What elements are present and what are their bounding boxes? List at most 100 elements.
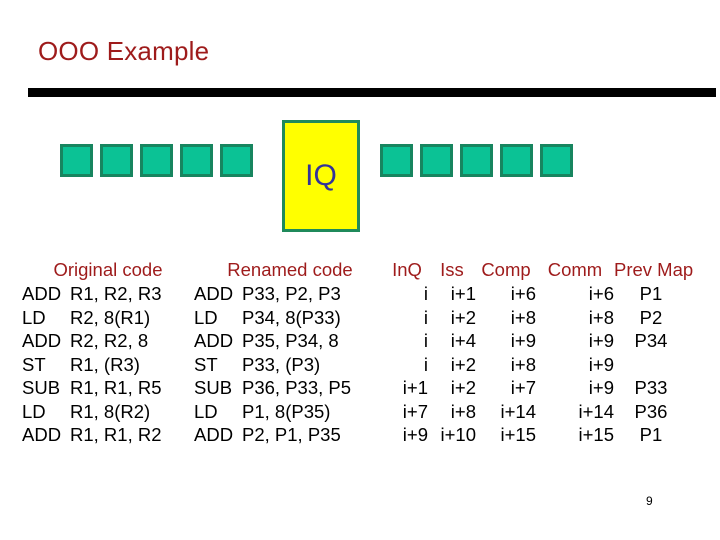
comp-cell: i+8 bbox=[510, 306, 536, 328]
page-number: 9 bbox=[646, 494, 653, 508]
pipeline-stages-right bbox=[380, 144, 573, 177]
pipeline-stage-box bbox=[220, 144, 253, 177]
inq-cell: i+1 bbox=[402, 377, 428, 398]
instruction-queue-label: IQ bbox=[305, 159, 337, 192]
pipeline-stage-box bbox=[180, 144, 213, 177]
renamed-code-row: ADD P2, P1, P35 bbox=[194, 423, 386, 447]
operands: R1, R1, R5 bbox=[70, 377, 162, 398]
pipeline-stage-box bbox=[460, 144, 493, 177]
pipeline-stage-box bbox=[500, 144, 533, 177]
iss-header: Iss bbox=[440, 259, 464, 280]
opcode: ADD bbox=[194, 283, 234, 304]
comp-cell: i+14 bbox=[500, 400, 537, 422]
timing-row: i i+4 i+9 i+9 P34 bbox=[386, 329, 720, 353]
original-code-header: Original code bbox=[53, 259, 163, 280]
comp-cell: i+8 bbox=[510, 353, 536, 375]
renamed-code-row: LD P34, 8(P33) bbox=[194, 306, 386, 330]
inq-cell: i bbox=[423, 283, 428, 304]
operands: P36, P33, P5 bbox=[242, 377, 352, 398]
opcode: SUB bbox=[194, 377, 233, 398]
operands: R1, R1, R2 bbox=[70, 424, 162, 445]
renamed-code-row: SUB P36, P33, P5 bbox=[194, 376, 386, 400]
original-code-row: LD R1, 8(R2) bbox=[22, 400, 194, 424]
opcode: SUB bbox=[22, 377, 61, 398]
comm-cell: i+9 bbox=[588, 353, 614, 375]
pipeline-stage-box bbox=[380, 144, 413, 177]
prev-map-cell: P2 bbox=[639, 306, 663, 328]
prev-map-cell: P36 bbox=[634, 400, 668, 422]
pipeline-diagram: IQ bbox=[0, 118, 720, 238]
renamed-code-row: ADD P35, P34, 8 bbox=[194, 329, 386, 353]
iss-cell: i+1 bbox=[450, 283, 476, 304]
operands: P33, (P3) bbox=[242, 353, 321, 375]
comm-cell: i+14 bbox=[578, 400, 615, 422]
operands: P2, P1, P35 bbox=[242, 424, 341, 445]
original-code-column: Original code ADD R1, R2, R3 LD R2, 8(R1) AD… bbox=[22, 258, 194, 447]
operands: R2, R2, 8 bbox=[70, 330, 149, 351]
iss-cell: i+10 bbox=[440, 424, 477, 445]
pipeline-stage-box bbox=[60, 144, 93, 177]
inq-cell: i bbox=[423, 353, 428, 375]
comp-header: Comp bbox=[481, 259, 531, 280]
timing-column: InQ Iss Comp Comm Prev Map i i+1 i+6 i+6 P1 i… bbox=[386, 258, 720, 447]
operands: R2, 8(R1) bbox=[70, 306, 151, 328]
renamed-code-rows: ADD P33, P2, P3 LD P34, 8(P33) ADD P35, P34, … bbox=[194, 282, 386, 447]
timing-row: i i+2 i+8 i+8 P2 bbox=[386, 306, 720, 330]
opcode: ST bbox=[22, 353, 46, 375]
instruction-queue-box: IQ bbox=[282, 120, 360, 232]
opcode: ST bbox=[194, 353, 218, 375]
prev-map-cell bbox=[614, 353, 688, 377]
comm-cell: i+9 bbox=[588, 330, 614, 351]
renamed-code-row: LD P1, 8(P35) bbox=[194, 400, 386, 424]
pipeline-stage-box bbox=[540, 144, 573, 177]
iss-cell: i+2 bbox=[450, 353, 476, 375]
comm-cell: i+6 bbox=[588, 283, 614, 304]
comm-header: Comm bbox=[547, 259, 603, 280]
timing-row: i+9 i+10 i+15 i+15 P1 bbox=[386, 423, 720, 447]
iss-cell: i+4 bbox=[450, 330, 476, 351]
pipeline-stage-box bbox=[140, 144, 173, 177]
pipeline-stage-box bbox=[420, 144, 453, 177]
renamed-code-header: Renamed code bbox=[227, 259, 353, 280]
operands: P35, P34, 8 bbox=[242, 330, 339, 351]
inq-cell: i+7 bbox=[402, 400, 428, 422]
comm-cell: i+15 bbox=[578, 424, 615, 445]
opcode: LD bbox=[194, 306, 218, 328]
comm-cell: i+9 bbox=[588, 377, 614, 398]
timing-row: i i+2 i+8 i+9 bbox=[386, 353, 720, 377]
code-table: Original code ADD R1, R2, R3 LD R2, 8(R1) AD… bbox=[0, 258, 720, 508]
inq-cell: i bbox=[423, 330, 428, 351]
timing-row: i+7 i+8 i+14 i+14 P36 bbox=[386, 400, 720, 424]
prev-map-header: Prev Map bbox=[614, 259, 694, 280]
original-code-row: SUB R1, R1, R5 bbox=[22, 376, 194, 400]
timing-rows: i i+1 i+6 i+6 P1 i i+2 i+8 i+8 P2 i i+4 i+9 i+9 P34 i i+… bbox=[386, 282, 720, 447]
opcode: ADD bbox=[194, 424, 234, 445]
opcode: ADD bbox=[22, 424, 62, 445]
iss-cell: i+2 bbox=[450, 306, 476, 328]
pipeline-stages-left bbox=[60, 144, 253, 177]
opcode: LD bbox=[194, 400, 218, 422]
comp-cell: i+15 bbox=[500, 424, 537, 445]
inq-header: InQ bbox=[392, 259, 422, 280]
prev-map-cell: P34 bbox=[634, 330, 668, 351]
operands: R1, (R3) bbox=[70, 353, 140, 375]
renamed-code-row: ST P33, (P3) bbox=[194, 353, 386, 377]
renamed-code-column: Renamed code ADD P33, P2, P3 LD P34, 8(P33)… bbox=[194, 258, 386, 447]
comp-cell: i+6 bbox=[510, 283, 536, 304]
comp-cell: i+9 bbox=[510, 330, 536, 351]
iss-cell: i+2 bbox=[450, 377, 476, 398]
iss-cell: i+8 bbox=[450, 400, 476, 422]
inq-cell: i+9 bbox=[402, 424, 428, 445]
operands: P33, P2, P3 bbox=[242, 283, 341, 304]
opcode: ADD bbox=[22, 283, 62, 304]
title-divider-rule bbox=[28, 88, 716, 97]
original-code-rows: ADD R1, R2, R3 LD R2, 8(R1) ADD R2, R2, 8 ST R1… bbox=[22, 282, 194, 447]
original-code-row: ADD R1, R2, R3 bbox=[22, 282, 194, 306]
opcode: LD bbox=[22, 400, 46, 422]
comp-cell: i+7 bbox=[510, 377, 536, 398]
inq-cell: i bbox=[423, 306, 428, 328]
comm-cell: i+8 bbox=[588, 306, 614, 328]
prev-map-cell: P33 bbox=[634, 377, 668, 398]
opcode: LD bbox=[22, 306, 46, 328]
original-code-row: LD R2, 8(R1) bbox=[22, 306, 194, 330]
